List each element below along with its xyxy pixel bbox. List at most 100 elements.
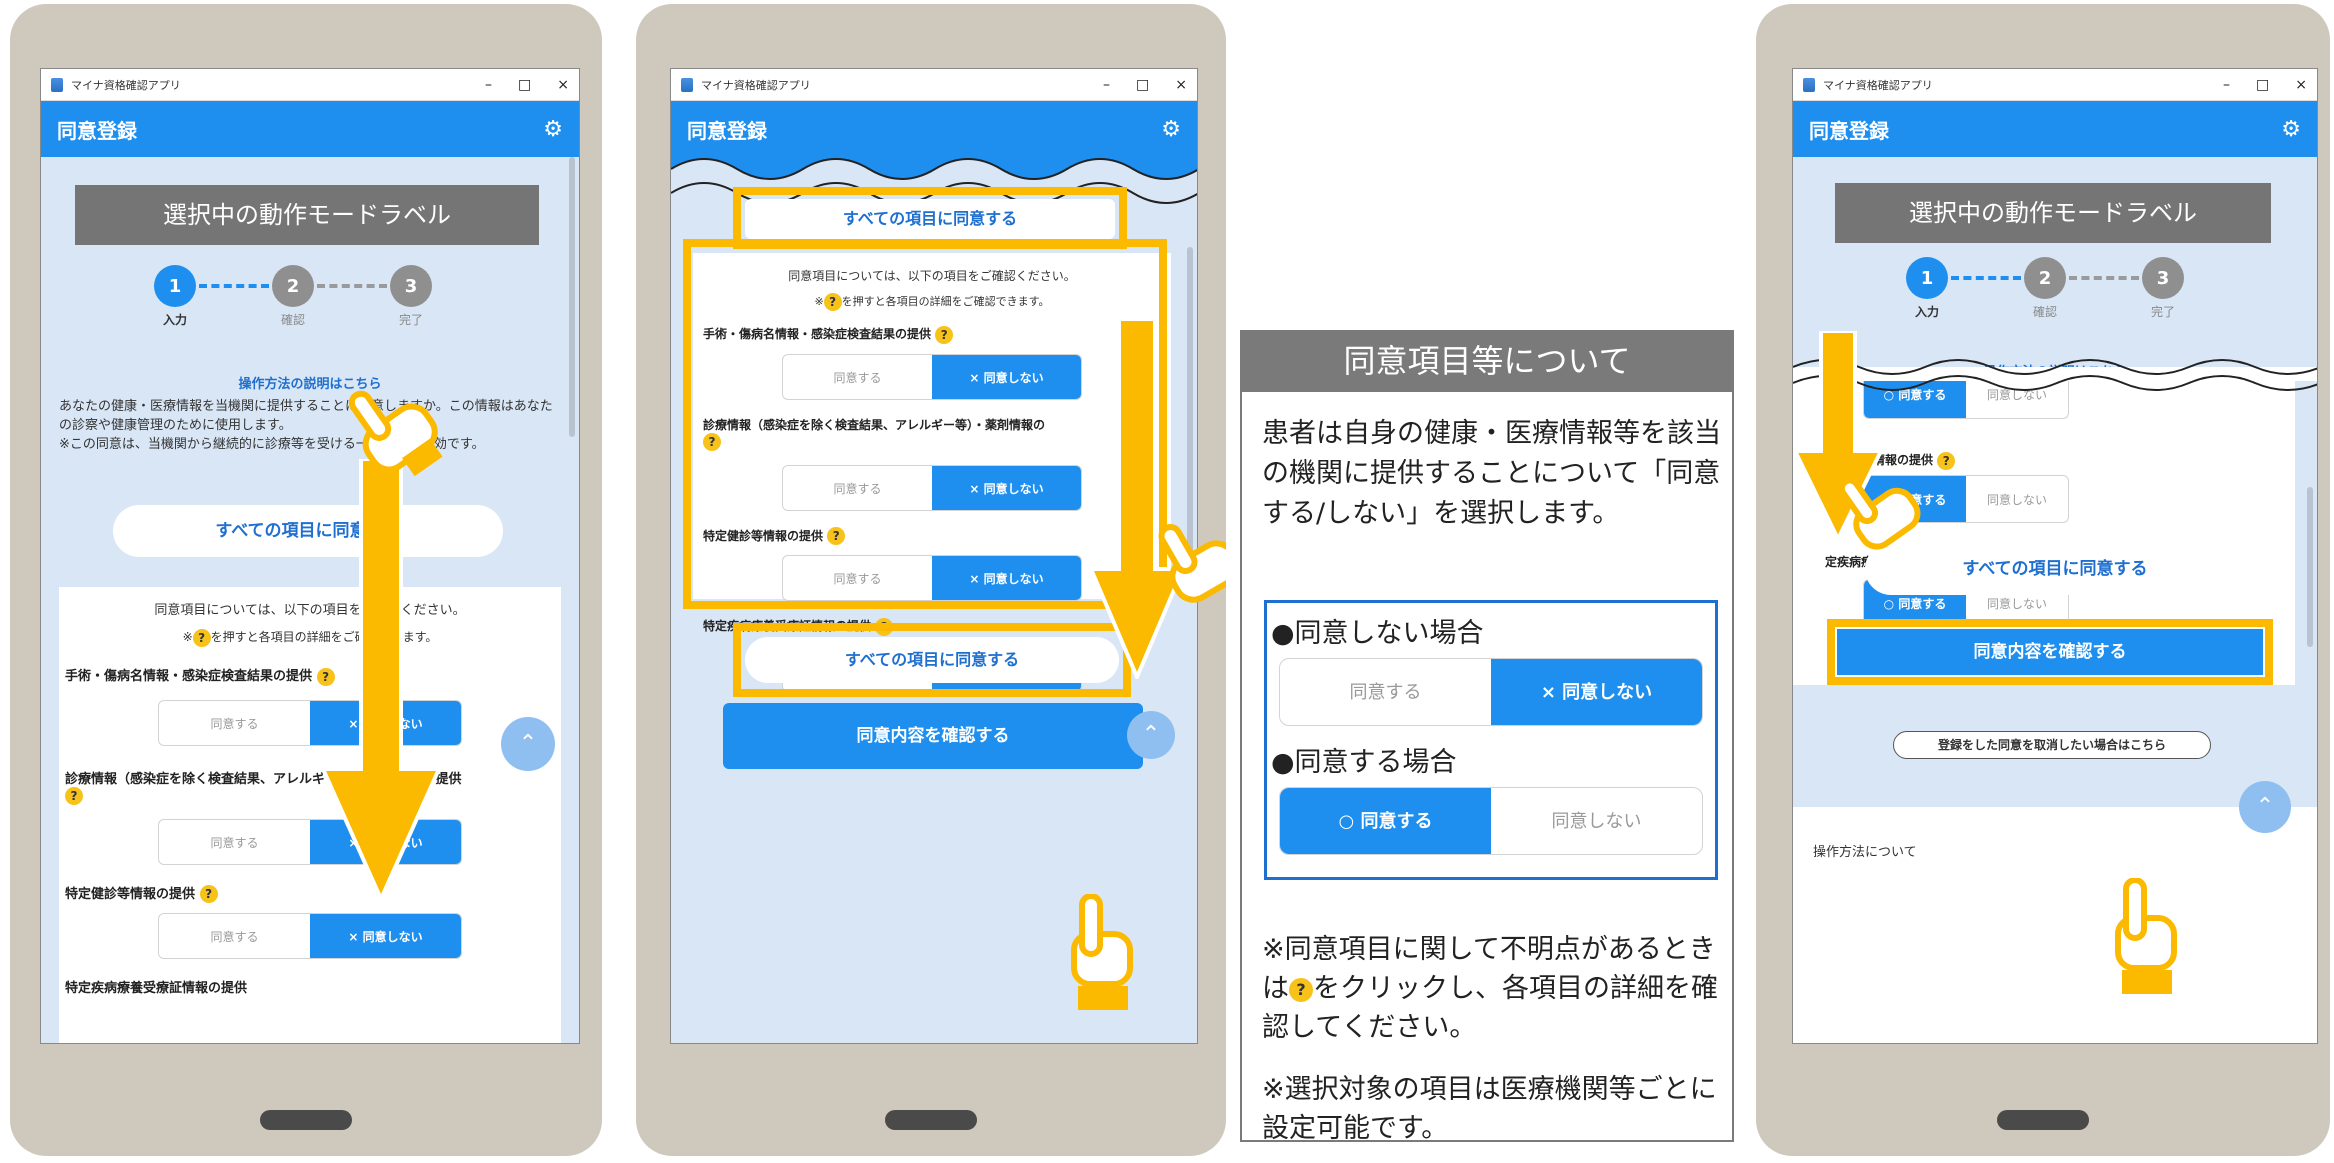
step-2-label: 確認 [280,313,305,327]
info-note: ※同意項目に関して不明点があるときは? をクリックし、各項目の詳細を確認してくださ… [1262,934,1718,1043]
maximize-button[interactable]: □ [2256,77,2269,93]
maximize-button[interactable]: □ [1136,77,1149,93]
highlight-box [733,623,1131,697]
title-bar: マイナ資格確認アプリ – □ × [671,69,1197,101]
consent-toggle[interactable]: 同意する× 同意しない [158,913,462,959]
hand-pointer-icon [1071,894,1133,1010]
window-title: マイナ資格確認アプリ [1823,78,1933,92]
window-title: マイナ資格確認アプリ [71,78,181,92]
close-button[interactable]: × [1175,77,1187,93]
mode-label: 選択中の動作モードラベル [1835,183,2271,243]
disagree-option[interactable]: 同意しない [1966,476,2068,522]
info-note-2: ※選択対象の項目は医療機関等ごとに設定可能です。 [1262,1074,1717,1144]
step-1: 1 [154,265,196,307]
scroll-top-button[interactable]: ⌃ [1127,711,1175,759]
agree-option[interactable]: 同意する [159,820,310,864]
scroll-down-arrow [321,459,441,899]
step-1-label: 入力 [1914,305,1939,319]
content-area: 選択中の動作モードラベル 1入力 2確認 3完了 操作方法の説明はこちら ○ 同… [1793,157,2317,1043]
title-bar: マイナ資格確認アプリ – □ × [1793,69,2317,101]
app-icon [1803,77,1815,92]
app-icon [681,77,693,92]
step-connector [1951,276,2021,280]
help-icon[interactable]: ? [1937,451,1956,470]
howto-link[interactable]: 操作方法の説明はこちら [41,373,579,392]
hand-pointer-icon [1158,523,1226,603]
step-1: 1 [1906,257,1948,299]
app-window: マイナ資格確認アプリ – □ × 同意登録 ⚙ 選択中の動作モードラベル 1 入力 2… [1792,68,2318,1044]
item-title: 特定健診等情報の提供 ? [65,883,555,903]
agree-option[interactable]: 同意する [159,701,310,745]
card-note: 同意項目については、以下の項目をご確認ください。 [154,603,466,618]
gear-icon[interactable]: ⚙ [2281,117,2301,142]
close-button[interactable]: × [557,77,569,93]
phone-1: マイナ資格確認アプリ – □ × 同意登録 ⚙ 選択中の動作モードラベル 1 入力 2… [10,4,602,1156]
agree-option: ○ 同意する [1280,788,1491,854]
scroll-down-arrow [1089,319,1185,679]
help-icon: ? [1289,977,1313,1002]
app-icon [51,77,63,92]
howto-footer[interactable]: 操作方法について [1813,841,1917,860]
help-icon: ? [192,628,211,647]
phone-3: マイナ資格確認アプリ – □ × 同意登録 ⚙ 選択中の動作モードラベル 1 入力 2… [1756,4,2330,1156]
content-area: 選択中の動作モードラベル 1 入力 2 確認 3 完了 操作方法の説明はこちら あなた… [41,157,579,1043]
cancel-consent-link[interactable]: 登録をした同意を取消したい場合はこちら [1893,731,2211,759]
disagree-option[interactable]: × 同意しない [310,914,461,958]
window-title: マイナ資格確認アプリ [701,78,811,92]
highlight-box [1827,619,2273,685]
minimize-button[interactable]: – [485,77,492,93]
mode-label: 選択中の動作モードラベル [75,185,539,245]
app-bar: 同意登録 ⚙ [41,101,579,157]
not-agree-case-label: ●同意しない場合 [1271,618,1484,649]
app-bar: 同意登録 ⚙ [671,101,1197,157]
consent-card: 同意項目については、以下の項目をご確認ください。 ※? を押すと各項目の詳細をご確… [59,587,561,1043]
consent-toggle-example: 同意する × 同意しない [1279,658,1703,726]
step-connector [317,284,387,288]
info-panel: 同意項目等について 患者は自身の健康・医療情報等を該当の機関に提供することについ… [1240,330,1734,1144]
hand-pointer-icon [348,390,443,477]
close-button[interactable]: × [2295,77,2307,93]
home-button[interactable] [885,1110,977,1130]
agree-option[interactable]: 同意する [159,914,310,958]
step-connector [199,284,269,288]
gear-icon[interactable]: ⚙ [543,117,563,142]
hand-pointer-icon [1840,477,1921,550]
screen-title: 同意登録 [57,118,137,143]
scroll-top-button[interactable]: ⌃ [501,717,555,771]
step-2: 2 [272,265,314,307]
step-3-label: 完了 [2150,305,2175,319]
consent-toggle-example: ○ 同意する 同意しない [1279,787,1703,855]
scrollbar[interactable] [569,157,575,437]
minimize-button[interactable]: – [2223,77,2230,93]
home-button[interactable] [1997,1110,2089,1130]
hand-pointer-icon [2115,878,2177,994]
help-icon[interactable]: ? [199,885,218,903]
scrollbar[interactable] [2307,487,2313,647]
footer-area: 操作方法について [1793,807,2317,1043]
minimize-button[interactable]: – [1103,77,1110,93]
disagree-option: × 同意しない [1491,659,1702,725]
step-connector [2069,276,2139,280]
agree-all-button[interactable]: すべての項目に同意する [113,505,503,557]
screen-title: 同意登録 [1809,118,1889,143]
disagree-option: 同意しない [1551,811,1642,832]
item-title: 診療情報（感染症を除く検査結果、アレルギー等）・薬剤情報の提供? [65,771,462,805]
intro-text: あなたの健康・医療情報を当機関に提供することに同意しますか。この情報はあなたの診… [59,399,553,452]
step-1-label: 入力 [162,313,187,327]
step-3-label: 完了 [398,313,423,327]
info-desc: 患者は自身の健康・医療情報等を該当の機関に提供することについて「同意する/しない… [1262,418,1721,529]
step-3: 3 [390,265,432,307]
gear-icon[interactable]: ⚙ [1161,117,1181,142]
help-icon[interactable]: ? [65,786,83,805]
stepper: 1 入力 2 確認 3 完了 [1903,257,2187,320]
phone-2: マイナ資格確認アプリ – □ × 同意登録 ⚙ すべての項目に同意する 同意項目につ… [636,4,1226,1156]
screen-title: 同意登録 [687,118,767,143]
maximize-button[interactable]: □ [518,77,531,93]
agree-case-label: ●同意する場合 [1271,747,1457,778]
item-title: 特定疾病療養受療証情報の提供 [65,981,248,996]
scroll-top-button[interactable]: ⌃ [2239,781,2291,833]
home-button[interactable] [260,1110,352,1130]
step-2: 2 [2024,257,2066,299]
info-title: 同意項目等について [1240,330,1734,392]
confirm-button[interactable]: 同意内容を確認する [723,703,1143,769]
